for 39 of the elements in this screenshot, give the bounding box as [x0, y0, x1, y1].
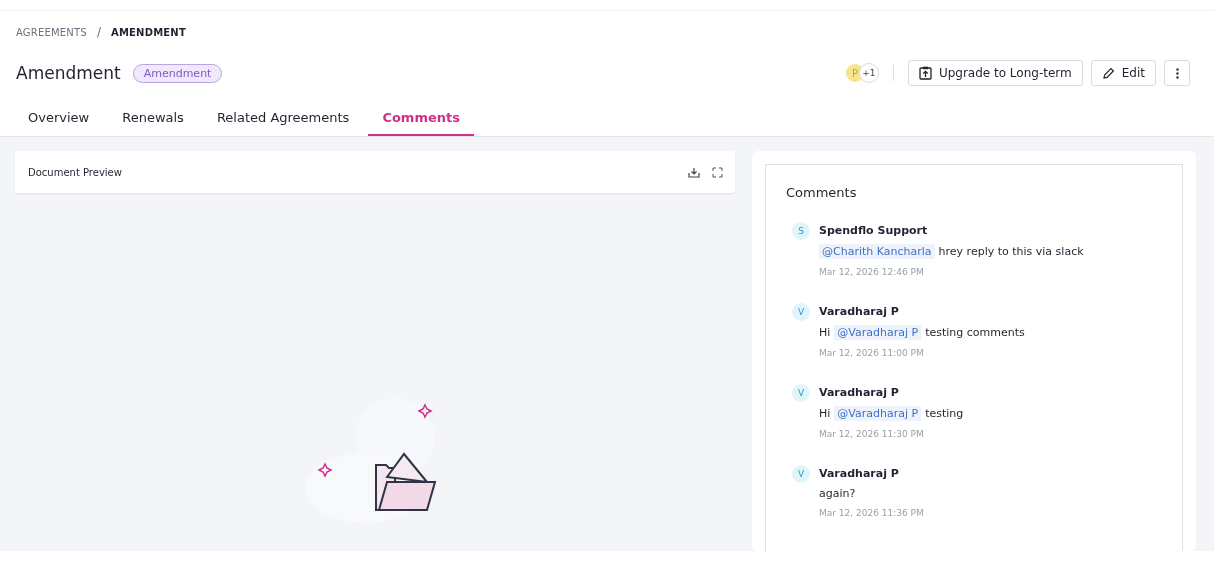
breadcrumb-separator: /	[96, 25, 101, 39]
comment-author: Spendflo Support	[819, 223, 929, 239]
comment-text: again?	[819, 487, 856, 500]
page-title: Amendment	[16, 63, 121, 83]
clipboard-upload-icon	[918, 66, 932, 80]
edit-button[interactable]: Edit	[1090, 60, 1156, 86]
user-avatar: S	[792, 222, 810, 240]
type-tag: Amendment	[132, 63, 223, 83]
user-avatar: V	[792, 465, 810, 483]
comments-heading: Comments	[786, 185, 858, 200]
comment-author: Varadharaj P	[819, 304, 900, 320]
comment-time: Mar 12, 2026 11:36 PM	[819, 508, 925, 518]
comment-text: testing	[925, 407, 964, 420]
comment-text: Hi	[819, 407, 831, 420]
download-icon[interactable]	[688, 166, 700, 178]
comment-time: Mar 12, 2026 11:00 PM	[819, 348, 925, 358]
more-button[interactable]	[1164, 60, 1190, 86]
user-mention[interactable]: @Charith Kancharla	[819, 244, 935, 259]
more-users-count[interactable]: +1	[858, 63, 879, 83]
fullscreen-icon[interactable]	[712, 166, 723, 178]
comment-author: Varadharaj P	[819, 385, 900, 401]
user-avatar: V	[792, 303, 810, 321]
more-icon	[1175, 67, 1179, 79]
pencil-icon	[1101, 66, 1115, 80]
comment-time: Mar 12, 2026 11:30 PM	[819, 429, 925, 439]
breadcrumb-link[interactable]: AGREEMENTS	[16, 26, 87, 38]
user-avatar: V	[792, 384, 810, 402]
upgrade-button[interactable]: Upgrade to Long-term	[907, 60, 1083, 86]
comment-time: Mar 12, 2026 12:46 PM	[819, 267, 925, 277]
user-mention[interactable]: @Varadharaj P	[834, 325, 922, 340]
tab[interactable]: Renewals	[108, 104, 198, 136]
user-mention[interactable]: @Varadharaj P	[834, 406, 922, 421]
comment-author: Varadharaj P	[819, 466, 900, 482]
preview-title: Document Preview	[28, 166, 122, 178]
comment-text: testing comments	[925, 326, 1025, 339]
tab[interactable]: Overview	[14, 104, 104, 136]
tab[interactable]: Related Agreements	[202, 104, 364, 136]
comment-text: hrey reply to this via slack	[938, 245, 1084, 258]
comment-text: Hi	[819, 326, 831, 339]
